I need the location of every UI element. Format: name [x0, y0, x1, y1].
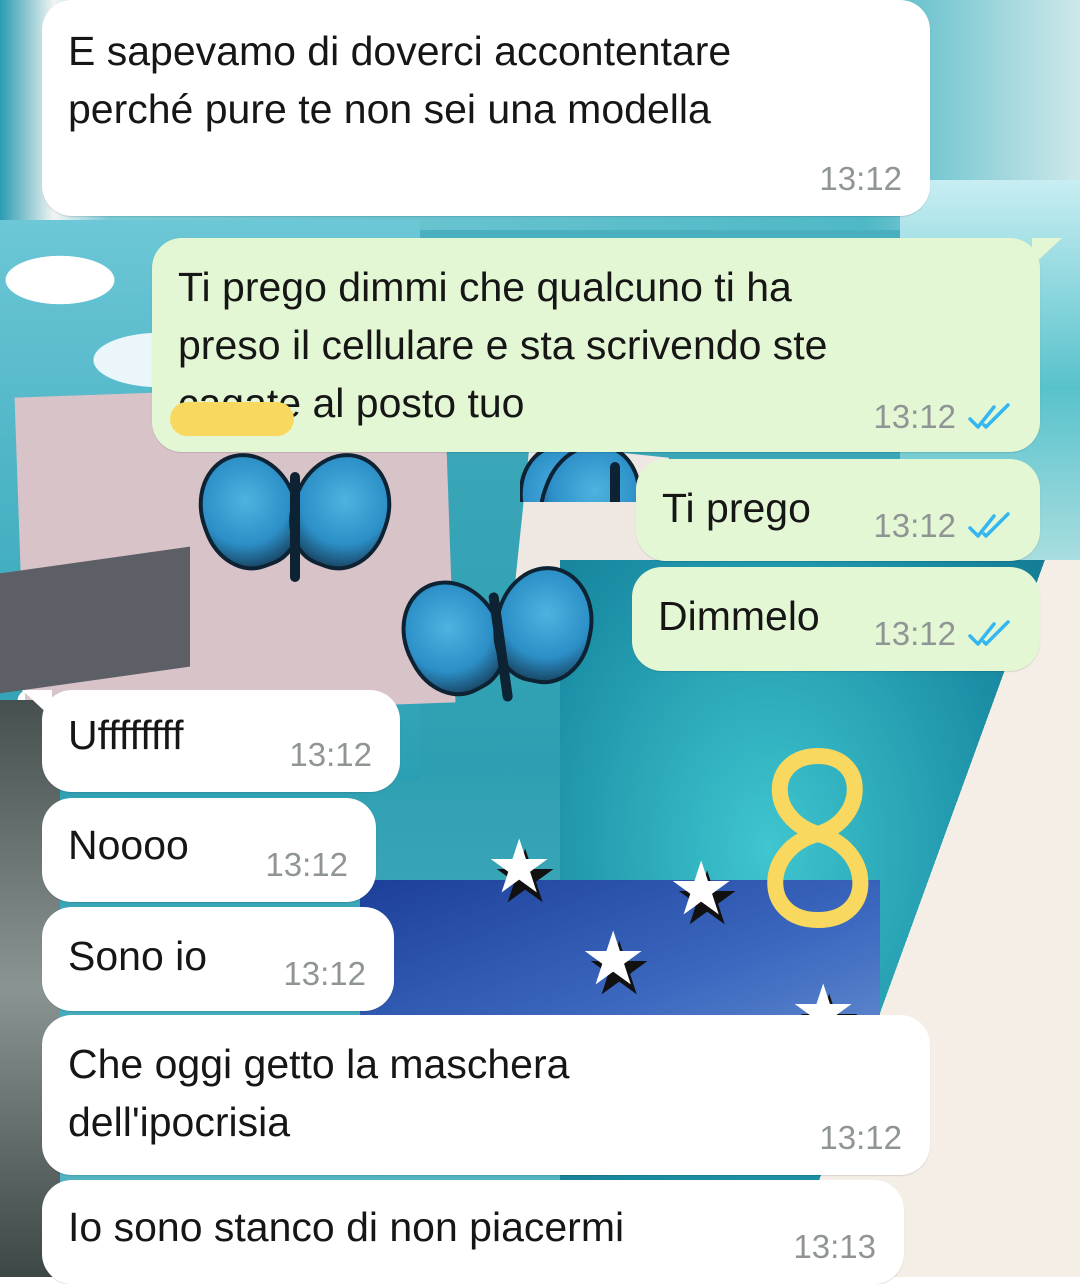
- message-line: perché pure te non sei una modella: [68, 86, 711, 132]
- star-icon: ★: [668, 847, 735, 930]
- message-timestamp: 13:12: [873, 398, 956, 435]
- message-text: Ti prego: [662, 479, 811, 537]
- message-text: Dimmelo: [658, 587, 820, 645]
- message-meta: 13:12: [873, 507, 1012, 545]
- message-timestamp: 13:12: [265, 846, 348, 883]
- butterfly-icon: [182, 438, 408, 592]
- message-line: Dimmelo: [658, 593, 820, 639]
- message-meta: 13:12: [819, 160, 902, 198]
- message-timestamp: 13:12: [283, 955, 366, 992]
- message-line: Noooo: [68, 822, 189, 868]
- message-timestamp: 13:12: [289, 736, 372, 773]
- handwritten-eight-scribble: [767, 748, 869, 928]
- message-line: Uffffffff: [68, 712, 184, 758]
- message-bubble-outgoing[interactable]: Dimmelo 13:12: [632, 567, 1040, 671]
- message-timestamp: 13:13: [793, 1228, 876, 1265]
- message-text: Noooo: [68, 816, 189, 874]
- message-line: Ti prego: [662, 485, 811, 531]
- double-check-icon: [968, 620, 1010, 646]
- message-timestamp: 13:12: [873, 615, 956, 652]
- star-icon: ★: [580, 917, 647, 1000]
- message-line: preso il cellulare e sta scrivendo ste: [178, 322, 828, 368]
- message-meta: 13:12: [819, 1119, 902, 1157]
- message-timestamp: 13:12: [873, 507, 956, 544]
- message-text: Sono io: [68, 927, 207, 985]
- message-text: Io sono stanco di non piacermi: [68, 1198, 624, 1256]
- redaction-marker: [170, 402, 294, 436]
- message-bubble-incoming[interactable]: E sapevamo di doverci accontentare perch…: [42, 0, 930, 216]
- message-line: Che oggi getto la maschera: [68, 1041, 570, 1087]
- message-meta: 13:12: [289, 736, 372, 774]
- message-meta: 13:12: [283, 955, 366, 993]
- double-check-icon: [968, 512, 1010, 538]
- message-timestamp: 13:12: [819, 1119, 902, 1156]
- double-check-icon: [968, 403, 1010, 429]
- message-meta: 13:12: [873, 398, 1012, 436]
- star-icon: ★: [486, 825, 553, 908]
- message-bubble-incoming[interactable]: Uffffffff 13:12: [42, 690, 400, 792]
- message-line: E sapevamo di doverci accontentare: [68, 28, 732, 74]
- message-line: dell'ipocrisia: [68, 1099, 291, 1145]
- message-meta: 13:12: [265, 846, 348, 884]
- message-meta: 13:12: [873, 615, 1012, 653]
- butterfly-icon: [381, 556, 605, 724]
- message-line: Sono io: [68, 933, 208, 979]
- message-bubble-incoming[interactable]: Sono io 13:12: [42, 907, 394, 1011]
- message-bubble-incoming[interactable]: Io sono stanco di non piacermi 13:13: [42, 1180, 904, 1284]
- message-line: Io sono stanco di non piacermi: [68, 1204, 625, 1250]
- message-bubble-incoming[interactable]: Che oggi getto la maschera dell'ipocrisi…: [42, 1015, 930, 1175]
- message-text: Che oggi getto la maschera dell'ipocrisi…: [68, 1035, 569, 1151]
- message-bubble-outgoing[interactable]: Ti prego 13:12: [636, 459, 1040, 561]
- message-bubble-incoming[interactable]: Noooo 13:12: [42, 798, 376, 902]
- message-meta: 13:13: [793, 1228, 876, 1266]
- message-timestamp: 13:12: [819, 160, 902, 197]
- message-text: Uffffffff: [68, 706, 184, 764]
- message-line: Ti prego dimmi che qualcuno ti ha: [178, 264, 792, 310]
- message-text: E sapevamo di doverci accontentare perch…: [68, 22, 731, 138]
